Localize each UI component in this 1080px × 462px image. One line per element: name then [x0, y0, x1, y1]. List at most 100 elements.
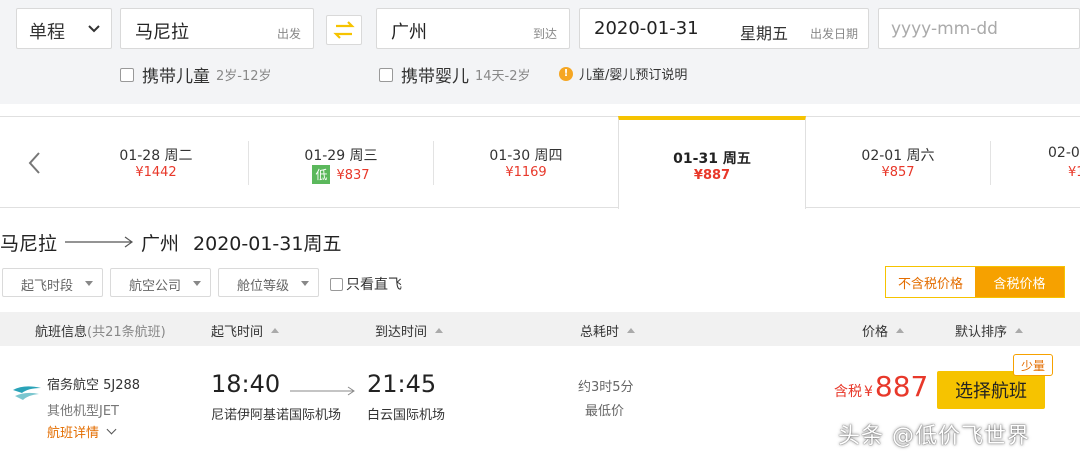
search-panel: 单程 马尼拉 出发 广州 到达 2020-01-31 星期五 出发日期 yyyy… — [0, 0, 1080, 104]
col-duration[interactable]: 总耗时 — [580, 321, 636, 340]
trip-type-label: 单程 — [29, 22, 65, 43]
route-from: 马尼拉 — [0, 232, 58, 255]
route-to: 广州 — [141, 232, 180, 255]
infant-age: 14天-2岁 — [475, 69, 531, 84]
date-label: 02-02 — [1048, 145, 1080, 161]
from-city-field[interactable]: 马尼拉 出发 — [120, 8, 314, 49]
col-flight-info: 航班信息 (共21条航班) — [35, 321, 166, 340]
infant-checkbox[interactable] — [379, 67, 393, 82]
sort-icon — [896, 328, 905, 333]
route-title: 马尼拉 广州 2020-01-31周五 — [0, 228, 341, 256]
caret-down-icon — [301, 281, 309, 286]
caret-down-icon — [85, 281, 93, 286]
date-price-strip: 01-28 周二 ¥1442 01-29 周三 低 ¥837 01-30 周四 ¥… — [0, 116, 1080, 209]
low-price-badge: 低 — [312, 165, 331, 184]
chevron-left-icon[interactable] — [22, 149, 48, 177]
price-amount: 887 — [874, 370, 929, 403]
date-label: 01-30 周四 — [489, 148, 563, 164]
date-label: 01-31 周五 — [673, 151, 751, 167]
child-option[interactable]: 携带儿童 2岁-12岁 — [120, 62, 272, 87]
airline-logo-icon — [13, 386, 41, 400]
child-checkbox[interactable] — [120, 67, 134, 82]
return-date-placeholder: yyyy-mm-dd — [891, 19, 998, 39]
date-cell-1[interactable]: 01-29 周三 低 ¥837 — [249, 117, 433, 207]
direct-only-option[interactable]: 只看直飞 — [330, 274, 402, 294]
depart-date-hint: 出发日期 — [809, 27, 858, 41]
to-city-field[interactable]: 广州 到达 — [376, 8, 570, 49]
availability-badge: 少量 — [1013, 354, 1053, 376]
price-prefix: 含税 — [834, 384, 862, 400]
arrive-airport: 白云国际机场 — [367, 408, 446, 423]
tax-price-toggle: 不含税价格 含税价格 — [885, 266, 1065, 298]
trip-type-select[interactable]: 单程 — [16, 8, 112, 49]
col-depart-time[interactable]: 起飞时间 — [211, 321, 280, 340]
price-excl-tax-tab[interactable]: 不含税价格 — [886, 267, 975, 297]
from-city-value: 马尼拉 — [135, 22, 189, 43]
booking-info-label: 儿童/婴儿预订说明 — [579, 68, 688, 83]
depart-date-value: 2020-01-31 — [594, 18, 699, 39]
flight-count: (共21条航班) — [87, 325, 166, 340]
date-cell-4[interactable]: 02-01 周六 ¥857 — [806, 117, 990, 207]
booking-info-link[interactable]: ! 儿童/婴儿预订说明 — [559, 64, 687, 83]
date-cell-2[interactable]: 01-30 周四 ¥1169 — [434, 117, 618, 207]
date-price: ¥1169 — [505, 165, 547, 180]
infant-option[interactable]: 携带婴儿 14天-2岁 — [379, 62, 531, 87]
col-price-label: 价格 — [862, 325, 889, 340]
col-arrive-time-label: 到达时间 — [375, 325, 428, 340]
chevron-down-icon — [88, 25, 100, 33]
direct-only-checkbox[interactable] — [330, 277, 343, 291]
cabin-filter-label: 舱位等级 — [237, 279, 290, 294]
arrive-time: 21:45 — [367, 370, 437, 398]
col-price[interactable]: 价格 — [862, 321, 905, 340]
depart-weekday: 星期五 — [740, 24, 789, 43]
date-price: ¥1 — [1068, 165, 1080, 180]
select-flight-button[interactable]: 选择航班 — [937, 371, 1045, 409]
airline-filter[interactable]: 航空公司 — [110, 268, 211, 297]
return-date-field[interactable]: yyyy-mm-dd — [878, 8, 1080, 49]
to-city-hint: 到达 — [532, 27, 557, 41]
date-label: 01-28 周二 — [119, 148, 193, 164]
child-label: 携带儿童 — [142, 67, 210, 87]
cabin-filter[interactable]: 舱位等级 — [218, 268, 319, 297]
depart-time: 18:40 — [211, 370, 281, 398]
arrow-right-icon — [290, 386, 355, 396]
col-arrive-time[interactable]: 到达时间 — [375, 321, 444, 340]
infant-label: 携带婴儿 — [401, 67, 469, 87]
depart-airport: 尼诺伊阿基诺国际机场 — [211, 408, 342, 423]
flight-price: 含税 ¥ 887 — [834, 370, 928, 403]
swap-cities-button[interactable] — [326, 15, 362, 45]
depart-time-filter[interactable]: 起飞时段 — [2, 268, 103, 297]
caret-down-icon — [193, 281, 201, 286]
date-cell-5[interactable]: 02-02 ¥1 — [1048, 117, 1080, 207]
aircraft-model: 其他机型JET — [47, 404, 119, 419]
flight-details-label: 航班详情 — [47, 426, 100, 441]
swap-icon — [333, 21, 355, 39]
lowest-price-tag: 最低价 — [585, 404, 625, 419]
price-incl-tax-tab[interactable]: 含税价格 — [975, 267, 1064, 297]
col-flight-info-label: 航班信息 — [35, 325, 88, 340]
route-date: 2020-01-31周五 — [193, 232, 342, 255]
col-default-sort[interactable]: 默认排序 — [955, 321, 1024, 340]
sort-icon — [435, 328, 444, 333]
flight-table-header: 航班信息 (共21条航班) 起飞时间 到达时间 总耗时 价格 默认排序 — [0, 312, 1080, 346]
from-city-hint: 出发 — [276, 27, 301, 41]
depart-date-field[interactable]: 2020-01-31 星期五 出发日期 — [579, 8, 869, 49]
date-cell-selected[interactable]: 01-31 周五 ¥887 — [618, 116, 806, 209]
date-price-row: 低 ¥837 — [249, 165, 433, 184]
flight-details-link[interactable]: 航班详情 — [47, 422, 117, 441]
divider — [990, 141, 991, 185]
sort-icon — [1015, 328, 1024, 333]
col-default-sort-label: 默认排序 — [955, 325, 1008, 340]
date-price: ¥837 — [336, 168, 370, 183]
price-currency: ¥ — [864, 384, 873, 400]
depart-time-filter-label: 起飞时段 — [21, 279, 74, 294]
child-age: 2岁-12岁 — [216, 69, 272, 84]
arrow-right-icon — [65, 236, 134, 248]
info-icon: ! — [559, 66, 573, 81]
date-cell-0[interactable]: 01-28 周二 ¥1442 — [64, 117, 248, 207]
watermark: 头条 @低价飞世界 — [838, 424, 1030, 449]
airline-flight-number: 宿务航空 5J288 — [47, 378, 141, 393]
sort-icon — [627, 328, 636, 333]
airline-filter-label: 航空公司 — [129, 279, 182, 294]
chevron-down-icon — [106, 424, 117, 435]
